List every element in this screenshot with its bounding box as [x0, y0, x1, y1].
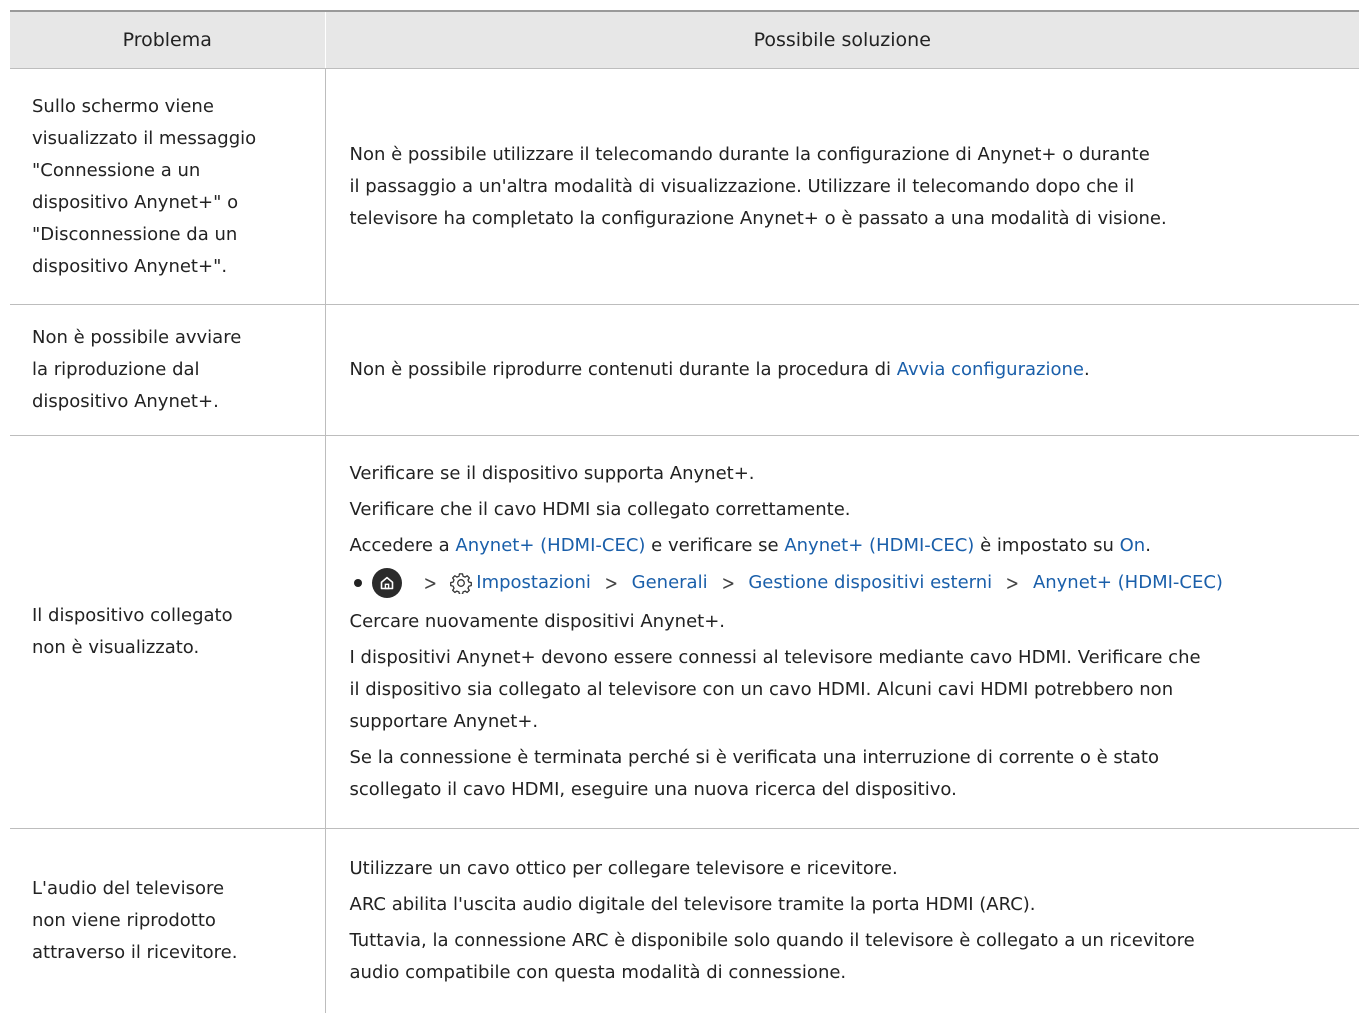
solution-paragraph: Se la connessione è terminata perché si …	[350, 742, 1354, 806]
text: è impostato su	[974, 535, 1119, 556]
problem-line: non viene riprodotto	[32, 905, 315, 937]
impostazioni-link[interactable]: Impostazioni	[476, 567, 591, 599]
solution-suffix: .	[1084, 359, 1090, 380]
bullet-dot	[354, 579, 362, 587]
solution-cell: Utilizzare un cavo ottico per collegare …	[325, 829, 1359, 1013]
solution-cell: Non è possibile riprodurre contenuti dur…	[325, 305, 1359, 436]
chevron-right-icon: >	[423, 567, 436, 599]
solution-paragraph: I dispositivi Anynet+ devono essere conn…	[350, 642, 1354, 738]
chevron-right-icon: >	[1006, 567, 1019, 599]
solution-line: supportare Anynet+.	[350, 706, 1354, 738]
on-value: On	[1120, 535, 1146, 556]
header-soluzione: Possibile soluzione	[325, 11, 1359, 69]
chevron-right-icon: >	[721, 567, 734, 599]
problem-line: dispositivo Anynet+.	[32, 386, 315, 418]
problem-cell: Non è possibile avviare la riproduzione …	[10, 305, 325, 436]
table-row: L'audio del televisore non viene riprodo…	[10, 829, 1359, 1013]
problem-line: dispositivo Anynet+" o	[32, 187, 315, 219]
text: Accedere a	[350, 535, 456, 556]
solution-line: televisore ha completato la configurazio…	[350, 203, 1354, 235]
problem-line: Il dispositivo collegato	[32, 600, 315, 632]
anynet-link[interactable]: Anynet+ (HDMI-CEC)	[455, 535, 645, 556]
header-problema: Problema	[10, 11, 325, 69]
problem-line: Non è possibile avviare	[32, 322, 315, 354]
settings-path: > Impostazioni > Generali > Gestione dis…	[350, 566, 1354, 600]
solution-paragraph: Utilizzare un cavo ottico per collegare …	[350, 853, 1354, 885]
avvia-configurazione-link[interactable]: Avvia configurazione	[897, 359, 1084, 380]
problem-line: visualizzato il messaggio	[32, 123, 315, 155]
problem-line: dispositivo Anynet+".	[32, 251, 315, 283]
solution-line: Non è possibile utilizzare il telecomand…	[350, 139, 1354, 171]
solution-paragraph: Verificare se il dispositivo supporta An…	[350, 458, 1354, 490]
solution-paragraph: Verificare che il cavo HDMI sia collegat…	[350, 494, 1354, 526]
problem-line: attraverso il ricevitore.	[32, 937, 315, 969]
solution-line: Tuttavia, la connessione ARC è disponibi…	[350, 925, 1354, 957]
solution-line: I dispositivi Anynet+ devono essere conn…	[350, 642, 1354, 674]
troubleshooting-page: Problema Possibile soluzione Sullo scher…	[0, 0, 1359, 1011]
anynet-hdmi-cec-link[interactable]: Anynet+ (HDMI-CEC)	[1033, 567, 1223, 599]
text: e verificare se	[645, 535, 784, 556]
anynet-link[interactable]: Anynet+ (HDMI-CEC)	[784, 535, 974, 556]
solution-paragraph: Tuttavia, la connessione ARC è disponibi…	[350, 925, 1354, 989]
problem-line: Sullo schermo viene	[32, 91, 315, 123]
table-row: Non è possibile avviare la riproduzione …	[10, 305, 1359, 436]
solution-paragraph: ARC abilita l'uscita audio digitale del …	[350, 889, 1354, 921]
solution-line: Se la connessione è terminata perché si …	[350, 742, 1354, 774]
solution-cell: Non è possibile utilizzare il telecomand…	[325, 69, 1359, 305]
problem-cell: Sullo schermo viene visualizzato il mess…	[10, 69, 325, 305]
generali-link[interactable]: Generali	[632, 567, 708, 599]
problem-cell: L'audio del televisore non viene riprodo…	[10, 829, 325, 1013]
solution-paragraph: Accedere a Anynet+ (HDMI-CEC) e verifica…	[350, 530, 1354, 562]
solution-cell: Verificare se il dispositivo supporta An…	[325, 436, 1359, 829]
table-header-row: Problema Possibile soluzione	[10, 11, 1359, 69]
chevron-right-icon: >	[605, 567, 618, 599]
text: .	[1145, 535, 1151, 556]
solution-line: scollegato il cavo HDMI, eseguire una nu…	[350, 774, 1354, 806]
problem-line: la riproduzione dal	[32, 354, 315, 386]
table-row: Il dispositivo collegato non è visualizz…	[10, 436, 1359, 829]
table-row: Sullo schermo viene visualizzato il mess…	[10, 69, 1359, 305]
solution-line: audio compatibile con questa modalità di…	[350, 957, 1354, 989]
problem-line: "Disconnessione da un	[32, 219, 315, 251]
solution-line: il dispositivo sia collegato al televiso…	[350, 674, 1354, 706]
solution-text: Non è possibile riprodurre contenuti dur…	[350, 359, 897, 380]
gear-icon	[450, 572, 472, 594]
solution-paragraph: Cercare nuovamente dispositivi Anynet+.	[350, 606, 1354, 638]
troubleshooting-table: Problema Possibile soluzione Sullo scher…	[10, 10, 1359, 1013]
problem-line: "Connessione a un	[32, 155, 315, 187]
problem-line: L'audio del televisore	[32, 873, 315, 905]
problem-cell: Il dispositivo collegato non è visualizz…	[10, 436, 325, 829]
home-icon[interactable]	[372, 568, 402, 598]
gestione-dispositivi-link[interactable]: Gestione dispositivi esterni	[748, 567, 992, 599]
solution-line: il passaggio a un'altra modalità di visu…	[350, 171, 1354, 203]
problem-line: non è visualizzato.	[32, 632, 315, 664]
